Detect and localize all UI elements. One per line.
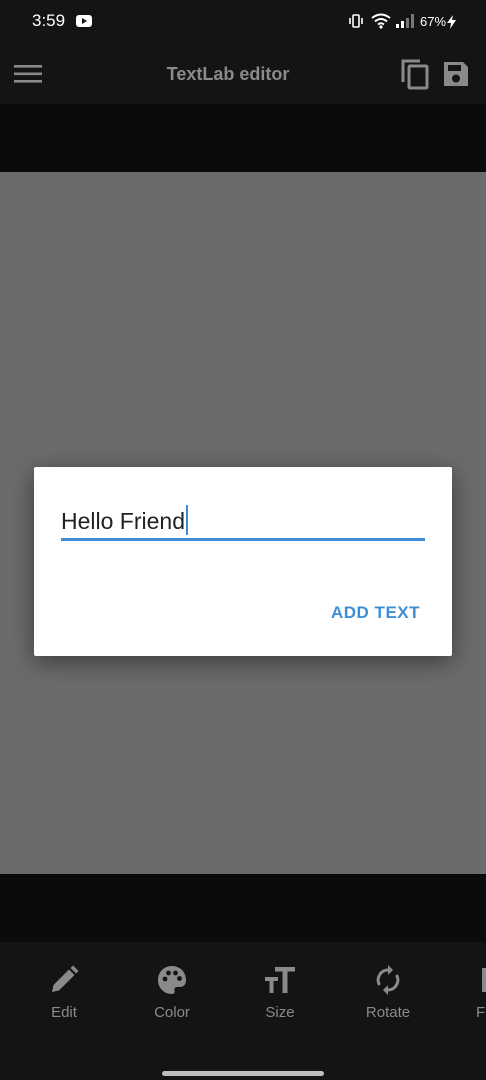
- text-input-value: Hello Friend: [61, 508, 185, 534]
- screen: 3:59 67% TextLab editor Hello Friend ADD…: [0, 0, 486, 1080]
- text-input[interactable]: Hello Friend: [61, 505, 425, 541]
- save-icon[interactable]: [442, 60, 470, 93]
- vibrate-icon: [348, 13, 364, 34]
- pencil-icon: [24, 964, 104, 996]
- tool-partial-label: F: [476, 1004, 486, 1021]
- tool-size-label: Size: [265, 1004, 295, 1021]
- wifi-icon: [371, 13, 391, 34]
- tool-rotate[interactable]: Rotate: [348, 964, 428, 1021]
- charging-bolt-icon: [447, 15, 456, 34]
- home-indicator[interactable]: [162, 1071, 324, 1076]
- tool-edit-label: Edit: [51, 1004, 77, 1021]
- status-time: 3:59: [32, 11, 66, 30]
- text-caret: [186, 505, 188, 535]
- rotate-icon: [348, 964, 428, 996]
- partial-icon: [456, 964, 486, 996]
- app-bar: TextLab editor: [0, 44, 486, 104]
- canvas-bottom-margin: [0, 874, 486, 942]
- add-text-button[interactable]: ADD TEXT: [331, 603, 420, 623]
- signal-icon: [396, 14, 414, 33]
- tool-color-label: Color: [154, 1004, 190, 1021]
- battery-percent: 67%: [420, 14, 447, 29]
- tool-partial[interactable]: F: [456, 964, 486, 1021]
- copy-icon[interactable]: [400, 58, 430, 95]
- text-size-icon: [240, 964, 320, 996]
- tool-rotate-label: Rotate: [365, 1004, 411, 1021]
- youtube-icon: [76, 14, 92, 32]
- tool-size[interactable]: Size: [240, 964, 320, 1021]
- status-bar: 3:59 67%: [0, 0, 486, 44]
- add-text-dialog: Hello Friend ADD TEXT: [34, 467, 452, 656]
- canvas-top-margin: [0, 104, 486, 172]
- app-title: TextLab editor: [166, 64, 290, 84]
- palette-icon: [132, 964, 212, 996]
- bottom-toolbar: Edit Color Size Rotate F: [0, 942, 486, 1080]
- tool-color[interactable]: Color: [132, 964, 212, 1021]
- tool-edit[interactable]: Edit: [24, 964, 104, 1021]
